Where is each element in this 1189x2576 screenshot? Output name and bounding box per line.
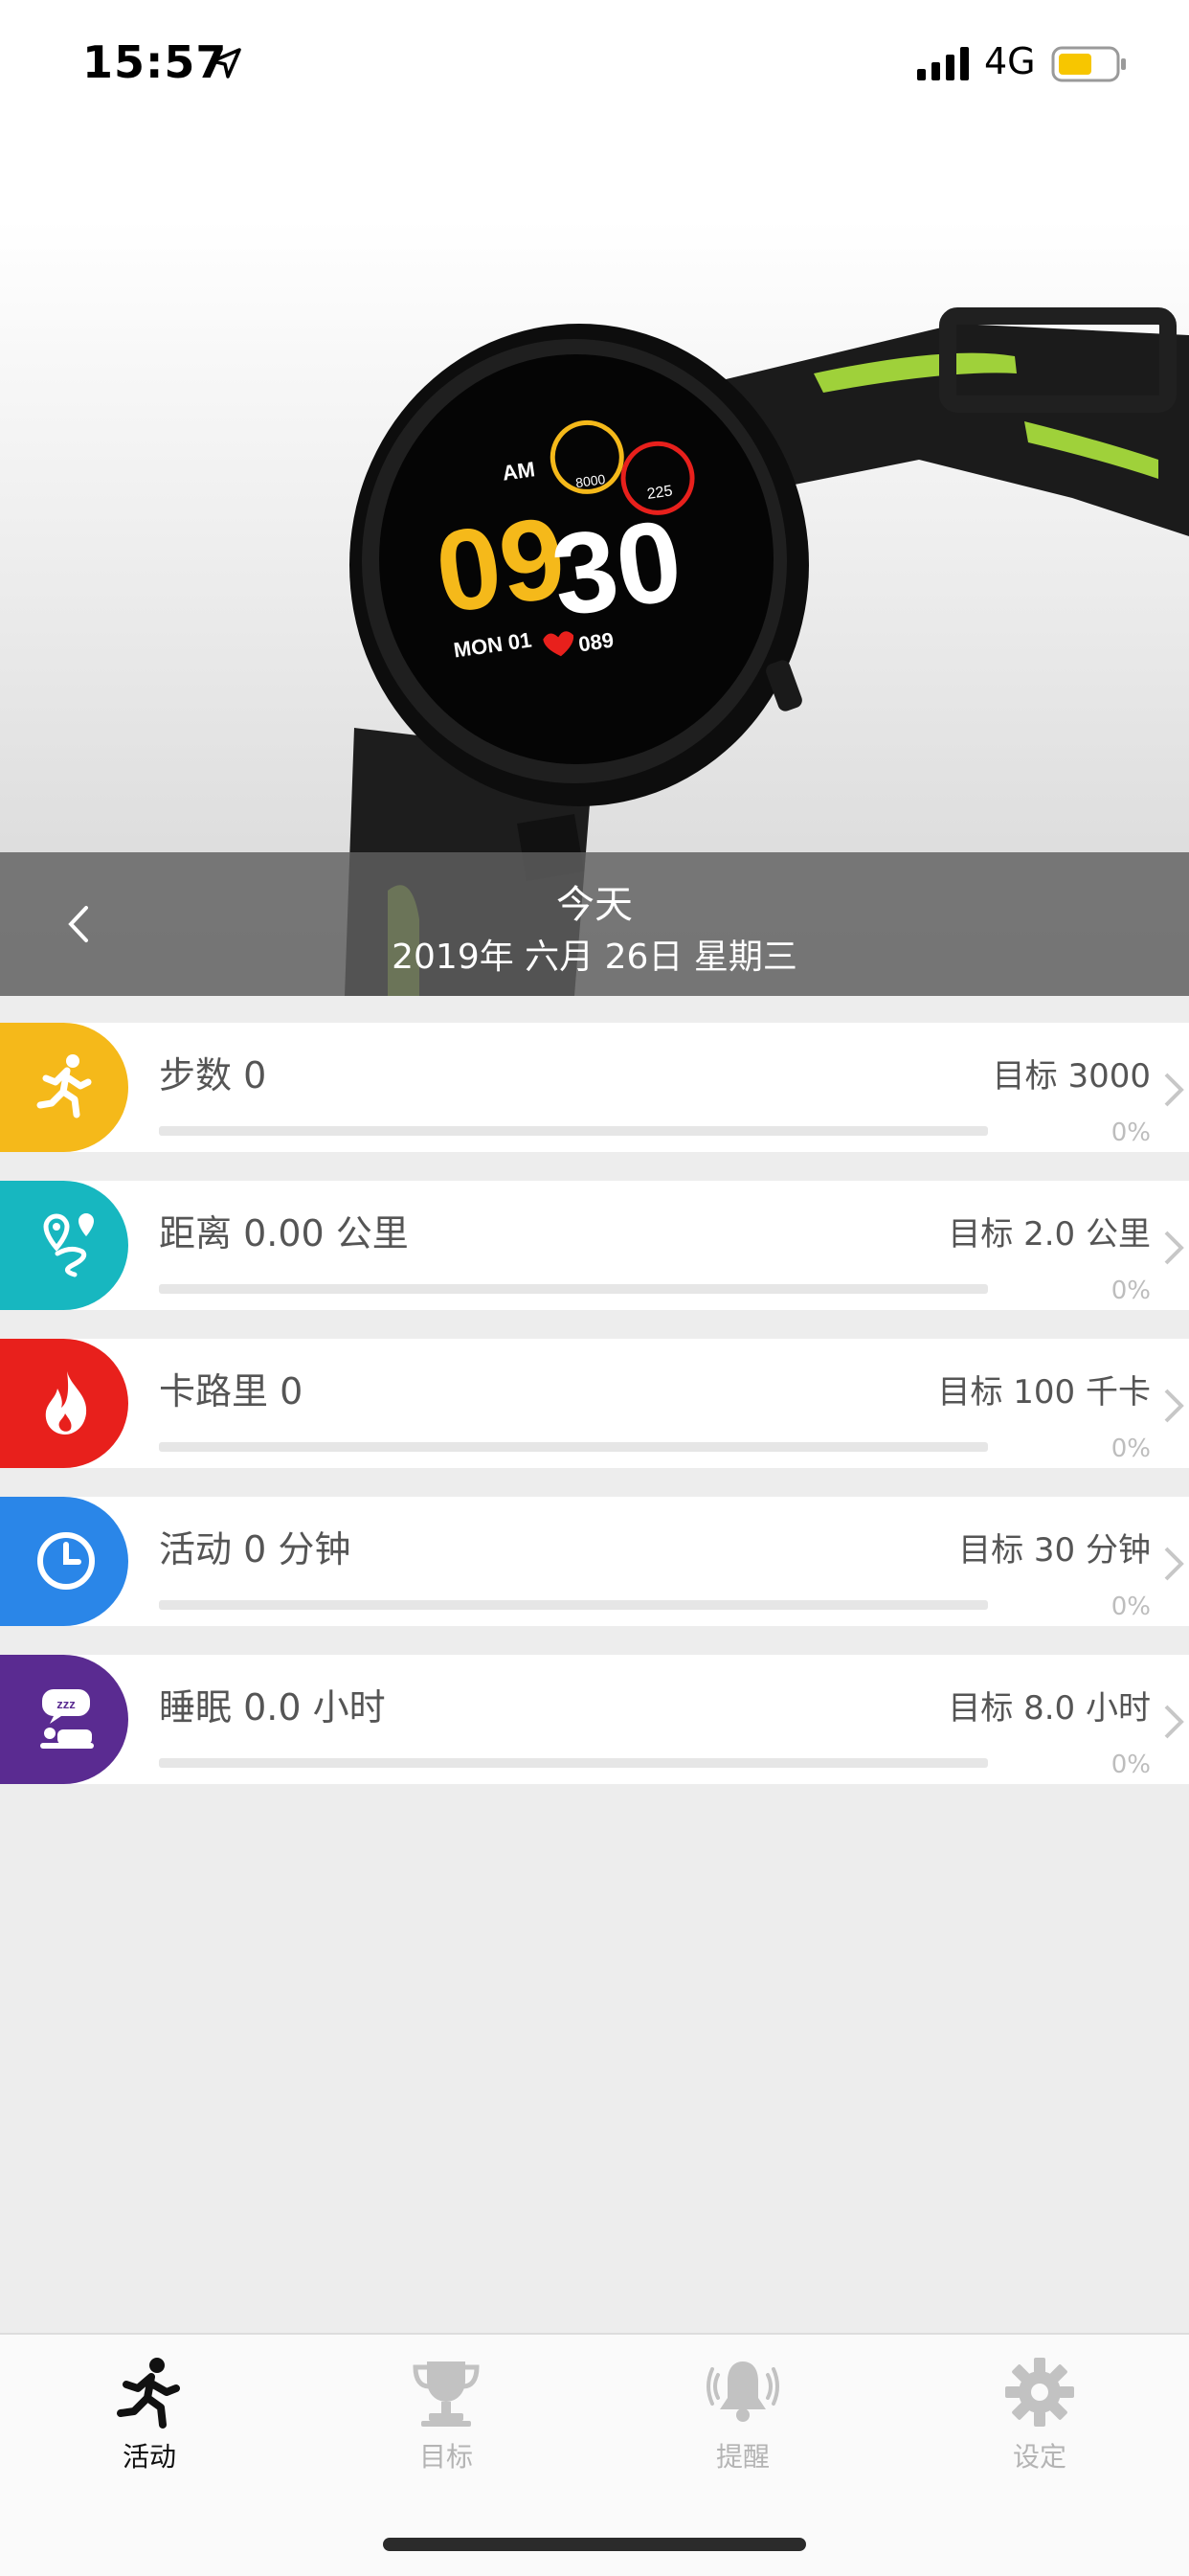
trophy-icon xyxy=(413,2361,480,2427)
svg-text:zzz: zzz xyxy=(56,1697,76,1711)
progress-bar xyxy=(159,1284,988,1294)
metric-title: 睡眠 0.0 小时 xyxy=(159,1686,386,1729)
progress-bar xyxy=(159,1758,988,1768)
metric-goal: 目标 3000 xyxy=(992,1057,1151,1096)
chevron-right-icon xyxy=(1164,1231,1184,1265)
metric-goal: 目标 2.0 公里 xyxy=(948,1215,1151,1254)
date-navigator: 今天 2019年 六月 26日 星期三 xyxy=(0,852,1189,996)
status-bar: 15:57 4G xyxy=(0,0,1189,126)
running-icon xyxy=(36,1054,92,1119)
metric-title: 步数 0 xyxy=(159,1054,267,1096)
svg-text:AM: AM xyxy=(501,457,536,486)
tab-activity[interactable]: 活动 xyxy=(54,2354,245,2488)
svg-text:089: 089 xyxy=(577,628,616,657)
metric-percent: 0% xyxy=(1110,1277,1151,1305)
chevron-right-icon xyxy=(1164,1705,1184,1739)
tab-label: 提醒 xyxy=(715,2441,770,2473)
metric-goal: 目标 100 千卡 xyxy=(937,1373,1151,1412)
status-time: 15:57 xyxy=(82,36,228,88)
tab-goals[interactable]: 目标 xyxy=(350,2354,542,2488)
gear-icon xyxy=(1005,2358,1074,2427)
metric-goal: 目标 8.0 小时 xyxy=(948,1689,1151,1728)
chevron-right-icon xyxy=(1164,1389,1184,1423)
flame-icon xyxy=(45,1371,87,1435)
sleep-icon: zzz xyxy=(40,1689,94,1749)
cellular-signal-icon xyxy=(917,47,969,80)
chevron-right-icon xyxy=(1164,1547,1184,1581)
date-title: 今天 xyxy=(556,883,633,927)
progress-bar xyxy=(159,1126,988,1136)
activity-badge xyxy=(0,1497,128,1626)
sleep-badge: zzz xyxy=(0,1655,128,1784)
battery-icon xyxy=(1051,46,1126,82)
metric-title: 卡路里 0 xyxy=(159,1370,303,1412)
metric-distance[interactable]: 距离 0.00 公里 目标 2.0 公里 0% xyxy=(0,1181,1189,1310)
metric-title: 距离 0.00 公里 xyxy=(159,1212,409,1254)
metric-steps[interactable]: 步数 0 目标 3000 0% xyxy=(0,1023,1189,1152)
running-icon xyxy=(117,2358,180,2429)
tab-label: 目标 xyxy=(418,2441,473,2473)
metric-activity[interactable]: 活动 0 分钟 目标 30 分钟 0% xyxy=(0,1497,1189,1626)
hero-banner: AM 8000 225 09 30 MON 01 089 今天 2019年 六月… xyxy=(0,0,1189,996)
progress-bar xyxy=(159,1600,988,1610)
metric-calories[interactable]: 卡路里 0 目标 100 千卡 0% xyxy=(0,1339,1189,1468)
metric-sleep[interactable]: zzz 睡眠 0.0 小时 目标 8.0 小时 0% xyxy=(0,1655,1189,1784)
home-indicator xyxy=(383,2538,806,2551)
distance-badge xyxy=(0,1181,128,1310)
location-arrow-icon xyxy=(211,48,241,79)
metric-percent: 0% xyxy=(1110,1593,1151,1621)
tab-label: 活动 xyxy=(122,2441,176,2473)
date-label: 2019年 六月 26日 星期三 xyxy=(392,938,797,977)
metric-title: 活动 0 分钟 xyxy=(159,1528,351,1570)
network-type: 4G xyxy=(984,40,1036,82)
progress-bar xyxy=(159,1442,988,1452)
tab-reminders[interactable]: 提醒 xyxy=(647,2354,839,2488)
route-pin-icon xyxy=(43,1213,94,1277)
smartwatch-image: AM 8000 225 09 30 MON 01 089 xyxy=(345,307,1189,996)
bell-icon xyxy=(707,2361,779,2422)
tab-settings[interactable]: 设定 xyxy=(944,2354,1135,2488)
metric-percent: 0% xyxy=(1110,1435,1151,1463)
metric-percent: 0% xyxy=(1110,1119,1151,1147)
svg-text:30: 30 xyxy=(545,496,689,641)
clock-icon xyxy=(37,1532,95,1590)
chevron-right-icon xyxy=(1164,1073,1184,1107)
tab-label: 设定 xyxy=(1012,2441,1066,2473)
metric-goal: 目标 30 分钟 xyxy=(958,1531,1151,1570)
calories-badge xyxy=(0,1339,128,1468)
steps-badge xyxy=(0,1023,128,1152)
metric-percent: 0% xyxy=(1110,1751,1151,1779)
